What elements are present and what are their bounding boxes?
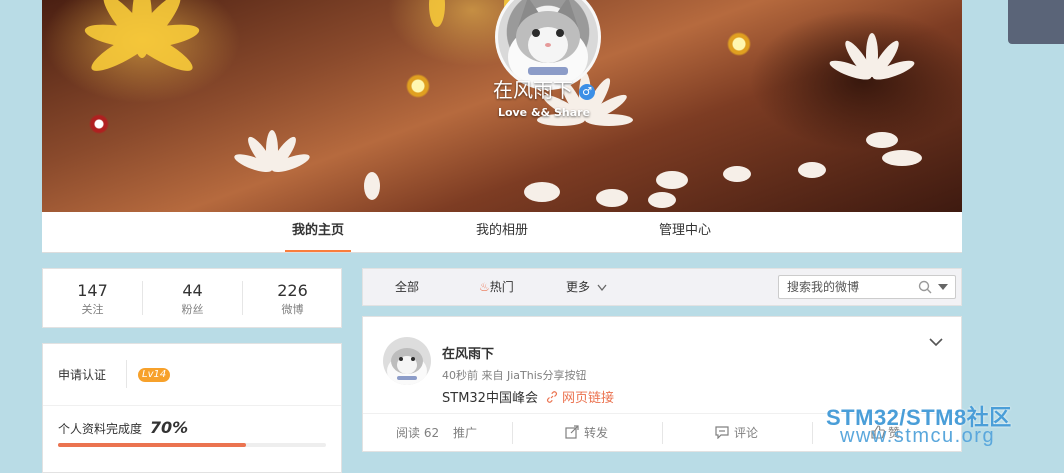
top-right-tab[interactable] [1008, 0, 1064, 44]
filter-all[interactable]: 全部 [395, 269, 419, 305]
completion-progress-fill [58, 443, 246, 447]
completion-label-text: 个人资料完成度 [58, 422, 143, 436]
filter-hot-label: 热门 [489, 280, 514, 294]
stats-card: 147 关注 44 粉丝 226 微博 [42, 268, 342, 328]
tab-my-home[interactable]: 我的主页 [285, 212, 351, 252]
completion-progress-track [58, 443, 326, 447]
stat-followers[interactable]: 44 粉丝 [143, 269, 242, 317]
level-badge[interactable]: Lv14 [138, 368, 171, 382]
post-author-avatar[interactable] [383, 337, 431, 385]
search-dropdown-icon[interactable] [938, 284, 948, 292]
stat-followers-label: 粉丝 [181, 303, 204, 316]
stat-following-value: 147 [77, 281, 108, 300]
stat-following-label: 关注 [81, 303, 104, 316]
tab-manage-center[interactable]: 管理中心 [652, 212, 718, 252]
cover-banner: 在风雨下 ♂ Love && Share [42, 0, 962, 212]
level-badge-text: Lv14 [142, 369, 167, 380]
post-repost-label: 转发 [584, 426, 609, 440]
card-divider [43, 405, 341, 406]
site-watermark-url: www.stmcu.org [840, 425, 996, 447]
filter-more[interactable]: 更多 [566, 269, 607, 305]
search-input[interactable] [779, 276, 925, 298]
apply-verify-link[interactable]: 申请认证 [58, 366, 106, 383]
profile-info-card: 申请认证 Lv14 个人资料完成度 70% [42, 343, 342, 473]
flame-icon: ♨ [479, 280, 490, 294]
chevron-down-icon[interactable] [929, 338, 943, 348]
stat-following[interactable]: 147 关注 [43, 269, 142, 317]
post-author-name[interactable]: 在风雨下 [442, 343, 494, 362]
cat-avatar-image [387, 348, 427, 385]
completion-label: 个人资料完成度 70% [58, 418, 188, 437]
action-divider [662, 422, 663, 444]
post-text: STM32中国峰会 [442, 391, 538, 406]
feed-filter-bar: 全部 ♨热门 更多 [362, 268, 962, 306]
action-divider [512, 422, 513, 444]
chevron-down-icon [597, 284, 607, 291]
search-icon[interactable] [918, 280, 932, 294]
stat-posts[interactable]: 226 微博 [243, 269, 342, 317]
action-divider [812, 422, 813, 444]
profile-nav: 我的主页 我的相册 管理中心 [42, 212, 962, 253]
post-web-link-label: 网页链接 [561, 391, 614, 406]
verify-divider [126, 360, 127, 388]
post-comment-button[interactable]: 评论 [715, 414, 758, 452]
stat-posts-label: 微博 [281, 303, 304, 316]
post-repost-button[interactable]: 转发 [565, 414, 608, 452]
post-web-link[interactable]: 网页链接 [546, 391, 614, 406]
stat-posts-value: 226 [277, 281, 308, 300]
filter-hot[interactable]: ♨热门 [479, 269, 514, 305]
post-read-count: 阅读 62 [396, 426, 440, 440]
profile-name-text: 在风雨下 [493, 78, 573, 102]
tab-my-album[interactable]: 我的相册 [469, 212, 535, 252]
completion-percent: 70% [149, 418, 189, 437]
comment-icon [715, 426, 729, 440]
weibo-search-box [778, 275, 956, 299]
profile-bio: Love && Share [497, 106, 591, 119]
stat-followers-value: 44 [182, 281, 203, 300]
profile-name: 在风雨下 ♂ [42, 74, 962, 103]
post-meta: 40秒前 来自 JiaThis分享按钮 [442, 369, 587, 382]
post-promote-button[interactable]: 推广 [453, 414, 477, 452]
repost-icon [565, 425, 579, 439]
post-content: STM32中国峰会 网页链接 [442, 387, 614, 406]
filter-more-label: 更多 [566, 280, 591, 294]
male-gender-icon: ♂ [579, 83, 595, 100]
post-comment-label: 评论 [734, 426, 759, 440]
link-icon [546, 391, 557, 403]
